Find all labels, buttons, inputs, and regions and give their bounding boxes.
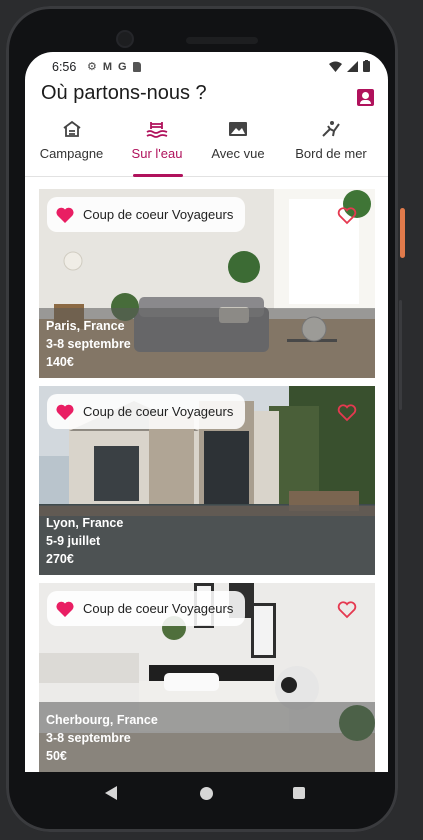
front-camera xyxy=(118,32,132,46)
listing-info: Lyon, France 5-9 juillet 270€ xyxy=(39,505,375,575)
tab-label: Avec vue xyxy=(211,146,265,161)
favorite-heart-icon[interactable] xyxy=(337,404,357,422)
status-bar: 6:56 ⚙ M G xyxy=(25,52,388,80)
tab-label: Bord de mer xyxy=(295,146,367,161)
listing-price: 270€ xyxy=(46,552,74,566)
guest-favorite-badge: Coup de coeur Voyageurs xyxy=(47,591,246,626)
favorite-heart-icon[interactable] xyxy=(337,601,357,619)
google-icon: G xyxy=(118,60,127,73)
battery-icon xyxy=(363,60,370,72)
power-button xyxy=(400,208,405,258)
tab-bord-de-mer[interactable]: Bord de mer xyxy=(293,116,369,176)
gmail-icon: M xyxy=(102,60,113,73)
system-navigation-bar xyxy=(25,772,388,820)
badge-label: Coup de coeur Voyageurs xyxy=(83,601,234,616)
listing-dates: 3-8 septembre xyxy=(46,731,131,745)
listing-location: Lyon, France xyxy=(46,516,124,530)
favorite-heart-icon[interactable] xyxy=(337,207,357,225)
filled-heart-icon xyxy=(56,601,74,617)
back-icon[interactable] xyxy=(105,786,117,800)
listing-card[interactable]: Coup de coeur Voyageurs Paris, France 3-… xyxy=(39,189,375,378)
tab-sur-leau[interactable]: Sur l'eau xyxy=(129,116,185,177)
listing-card[interactable]: Coup de coeur Voyageurs Cherbourg, Franc… xyxy=(39,583,375,772)
wifi-icon xyxy=(329,61,342,72)
listing-info: Cherbourg, France 3-8 septembre 50€ xyxy=(39,702,375,772)
listing-info: Paris, France 3-8 septembre 140€ xyxy=(39,308,375,378)
guest-favorite-badge: Coup de coeur Voyageurs xyxy=(47,197,246,232)
landscape-image-icon xyxy=(229,122,247,136)
tab-avec-vue[interactable]: Avec vue xyxy=(210,116,266,176)
earpiece-speaker xyxy=(186,37,258,44)
listing-card[interactable]: Coup de coeur Voyageurs Lyon, France 5-9… xyxy=(39,386,375,575)
badge-label: Coup de coeur Voyageurs xyxy=(83,207,234,222)
app-screen: 6:56 ⚙ M G Où partons-nous ? Campagne Su… xyxy=(25,52,388,772)
sd-card-icon xyxy=(132,61,141,72)
profile-icon[interactable] xyxy=(357,89,374,106)
filled-heart-icon xyxy=(56,404,74,420)
gear-icon: ⚙ xyxy=(87,61,97,73)
status-time: 6:56 xyxy=(52,60,77,74)
listing-price: 140€ xyxy=(46,355,74,369)
pool-icon xyxy=(146,122,168,138)
listing-dates: 5-9 juillet xyxy=(46,534,101,548)
home-icon[interactable] xyxy=(200,787,213,800)
listing-price: 50€ xyxy=(46,749,67,763)
tab-campagne[interactable]: Campagne xyxy=(39,116,104,176)
listing-dates: 3-8 septembre xyxy=(46,337,131,351)
badge-label: Coup de coeur Voyageurs xyxy=(83,404,234,419)
category-tabs: Campagne Sur l'eau Avec vue Bord de mer xyxy=(25,116,388,177)
house-icon xyxy=(62,120,81,137)
guest-favorite-badge: Coup de coeur Voyageurs xyxy=(47,394,246,429)
recent-apps-icon[interactable] xyxy=(293,787,305,799)
tab-label: Campagne xyxy=(39,146,104,161)
listing-location: Cherbourg, France xyxy=(46,713,158,727)
listing-list[interactable]: Coup de coeur Voyageurs Paris, France 3-… xyxy=(25,177,388,772)
page-title: Où partons-nous ? xyxy=(41,82,207,104)
surfing-icon xyxy=(322,121,340,137)
listing-location: Paris, France xyxy=(46,319,125,333)
signal-icon xyxy=(347,60,358,72)
volume-button xyxy=(399,300,402,410)
filled-heart-icon xyxy=(56,207,74,223)
tab-label: Sur l'eau xyxy=(131,146,183,161)
